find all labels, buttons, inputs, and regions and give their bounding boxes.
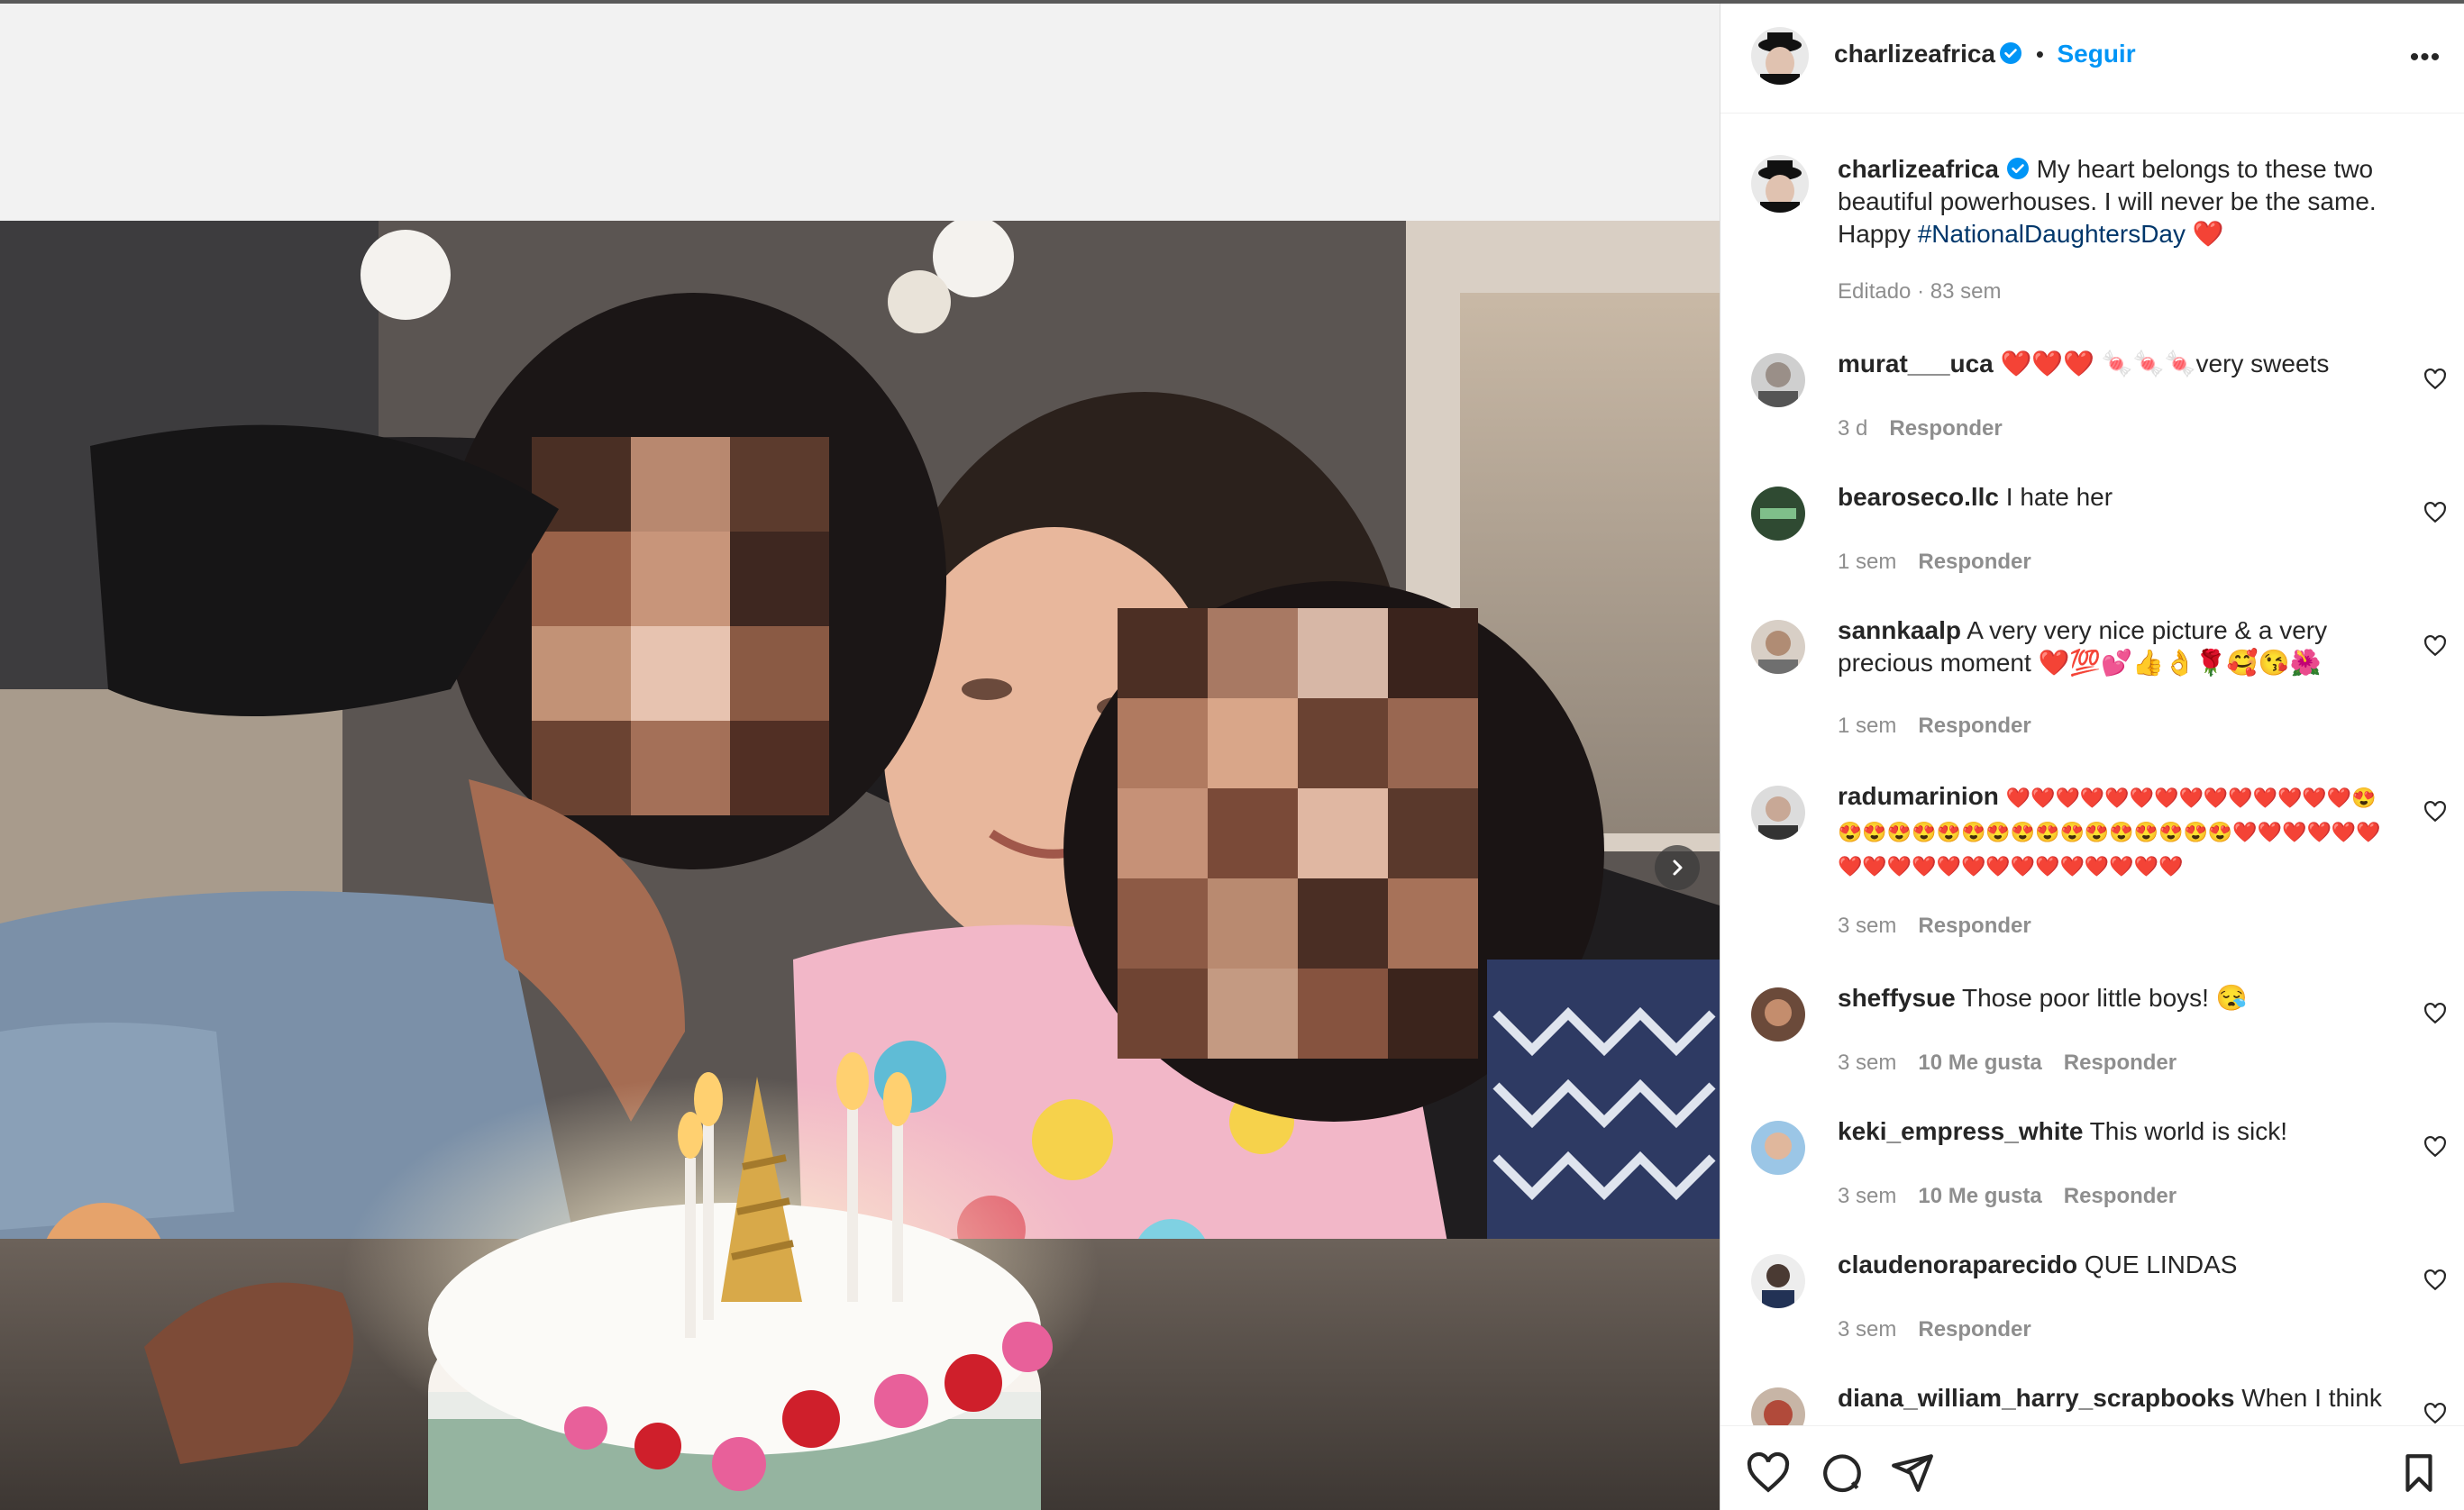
header-separator: • [2035, 41, 2045, 68]
comment-text: sheffysue Those poor little boys! 😪 [1838, 982, 2405, 1014]
comment-like-heart-icon[interactable] [2423, 1002, 2447, 1025]
comment-time: 1 sem [1838, 714, 1897, 738]
comment-like-heart-icon[interactable] [2423, 1402, 2447, 1425]
post-caption: charlizeafrica My heart belongs to these… [1838, 153, 2423, 308]
more-options-icon[interactable]: ••• [2405, 38, 2445, 77]
post-header: charlizeafrica • Seguir ••• [1720, 4, 2464, 114]
follow-button[interactable]: Seguir [2057, 40, 2135, 68]
share-icon[interactable] [1890, 1451, 1935, 1496]
comment-like-heart-icon[interactable] [2423, 368, 2447, 391]
reply-button[interactable]: Responder [1918, 714, 2031, 738]
commenter-avatar[interactable] [1751, 620, 1805, 674]
commenter-avatar[interactable] [1751, 487, 1805, 541]
caption-edited-meta: Editado · 83 sem [1838, 279, 2002, 304]
commenter-avatar[interactable] [1751, 1387, 1805, 1425]
commenter-avatar[interactable] [1751, 1254, 1805, 1308]
comment-body: This world is sick! [2089, 1117, 2288, 1145]
comment-body: ❤️❤️❤️ 🍬🍬🍬very sweets [2000, 350, 2330, 378]
caption-hashtag[interactable]: #NationalDaughtersDay [1918, 220, 2186, 248]
reply-button[interactable]: Responder [1889, 416, 2002, 441]
comment-body: When I think [2241, 1384, 2382, 1412]
author-username[interactable]: charlizeafrica [1834, 40, 1995, 68]
comment-username[interactable]: sannkaalp [1838, 616, 1961, 644]
heart-icon[interactable] [1746, 1451, 1791, 1496]
bookmark-icon[interactable] [2396, 1451, 2441, 1496]
commenter-avatar[interactable] [1751, 987, 1805, 1042]
caption-emoji: ❤️ [2192, 220, 2224, 248]
comment-time: 3 sem [1838, 914, 1897, 938]
chevron-right-icon [1673, 860, 1683, 876]
caption-author-avatar[interactable] [1751, 155, 1809, 213]
comment-likes[interactable]: 10 Me gusta [1918, 1051, 2041, 1075]
comment-meta: 3 sem 10 Me gusta Responder [1838, 1051, 2177, 1076]
post-action-bar [1720, 1427, 2464, 1510]
comment-username[interactable]: keki_empress_white [1838, 1117, 2083, 1145]
caption-author-username[interactable]: charlizeafrica [1838, 155, 1999, 183]
comment-like-heart-icon[interactable] [2423, 1269, 2447, 1292]
comment-time: 3 sem [1838, 1051, 1897, 1075]
comment-item: diana_william_harry_scrapbooks When I th… [1720, 1382, 2464, 1425]
comment-icon[interactable] [1820, 1451, 1865, 1496]
comment-likes[interactable]: 10 Me gusta [1918, 1184, 2041, 1208]
comment-text: radumarinion ❤️❤️❤️❤️❤️❤️❤️❤️❤️❤️❤️❤️❤️❤… [1838, 780, 2387, 883]
comment-meta: 3 sem Responder [1838, 914, 2031, 939]
reply-button[interactable]: Responder [1918, 1317, 2031, 1342]
comment-time: 3 sem [1838, 1184, 1897, 1208]
comment-body: Those poor little boys! 😪 [1962, 984, 2248, 1012]
header-author-line: charlizeafrica • Seguir [1834, 40, 2136, 68]
comment-time: 3 d [1838, 416, 1868, 441]
comment-username[interactable]: sheffysue [1838, 984, 1956, 1012]
comment-username[interactable]: radumarinion [1838, 782, 1999, 810]
comment-text: murat___uca ❤️❤️❤️ 🍬🍬🍬very sweets [1838, 348, 2405, 380]
post-photo[interactable] [0, 221, 1720, 1510]
verified-badge-icon [2006, 158, 2029, 179]
commenter-avatar[interactable] [1751, 786, 1805, 840]
reply-button[interactable]: Responder [1918, 550, 2031, 574]
comment-username[interactable]: bearoseco.llc [1838, 483, 1999, 511]
comment-time: 3 sem [1838, 1317, 1897, 1342]
comment-meta: 1 sem Responder [1838, 550, 2031, 575]
reply-button[interactable]: Responder [1918, 914, 2031, 938]
comment-text: diana_william_harry_scrapbooks When I th… [1838, 1382, 2405, 1414]
comment-username[interactable]: diana_william_harry_scrapbooks [1838, 1384, 2234, 1412]
comment-username[interactable]: murat___uca [1838, 350, 1994, 378]
comment-body: QUE LINDAS [2084, 1251, 2238, 1278]
post-side-panel: charlizeafrica • Seguir ••• charlizeafri… [1720, 4, 2464, 1510]
comment-text: keki_empress_white This world is sick! [1838, 1115, 2405, 1148]
comment-like-heart-icon[interactable] [2423, 634, 2447, 658]
comment-text: claudenoraparecido QUE LINDAS [1838, 1249, 2405, 1281]
reply-button[interactable]: Responder [2064, 1051, 2177, 1075]
comment-like-heart-icon[interactable] [2423, 1135, 2447, 1159]
author-avatar[interactable] [1751, 27, 1809, 85]
reply-button[interactable]: Responder [2064, 1184, 2177, 1208]
commenter-avatar[interactable] [1751, 1121, 1805, 1175]
comment-body: I hate her [2005, 483, 2113, 511]
actions-divider [1720, 1425, 2464, 1426]
comment-text: bearoseco.llc I hate her [1838, 481, 2405, 514]
comment-meta: 1 sem Responder [1838, 714, 2031, 739]
comment-time: 1 sem [1838, 550, 1897, 574]
next-image-button[interactable] [1655, 845, 1700, 890]
verified-badge-icon [2000, 42, 2022, 64]
commenter-avatar[interactable] [1751, 353, 1805, 407]
comment-meta: 3 sem 10 Me gusta Responder [1838, 1184, 2177, 1209]
comment-username[interactable]: claudenoraparecido [1838, 1251, 2077, 1278]
comment-like-heart-icon[interactable] [2423, 501, 2447, 524]
comment-like-heart-icon[interactable] [2423, 800, 2447, 823]
comment-meta: 3 sem Responder [1838, 1317, 2031, 1342]
post-media-area [0, 4, 1720, 1510]
comment-text: sannkaalp A very very nice picture & a v… [1838, 614, 2405, 679]
comment-meta: 3 d Responder [1838, 416, 2003, 441]
